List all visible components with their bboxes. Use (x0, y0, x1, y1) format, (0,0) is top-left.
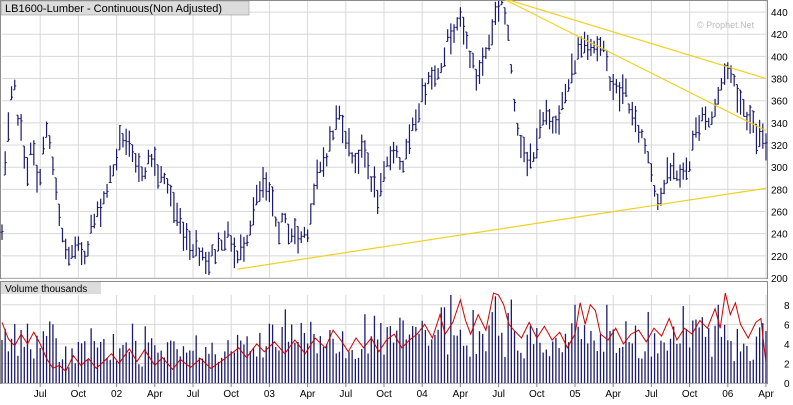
x-tick-label: Jul (339, 389, 352, 400)
x-tick-label: Apr (453, 389, 469, 400)
price-y-tick-label: 380 (771, 75, 788, 86)
price-y-tick-label: 280 (771, 185, 788, 196)
volume-y-tick-label: 6 (784, 320, 790, 331)
chart-svg: 200220240260280300320340360380400420440 … (0, 0, 793, 400)
x-tick-label: Jul (492, 389, 505, 400)
price-chart-title: LB1600-Lumber - Continuous(Non Adjusted) (5, 3, 222, 15)
price-y-tick-label: 320 (771, 141, 788, 152)
x-tick-label: Oct (223, 389, 239, 400)
volume-y-tick-label: 8 (784, 301, 790, 312)
watermark: © Prophet.Net (697, 20, 755, 30)
x-tick-label: Apr (605, 389, 621, 400)
price-y-tick-label: 240 (771, 230, 788, 241)
price-y-tick-label: 440 (771, 8, 788, 19)
price-y-tick-label: 340 (771, 119, 788, 130)
price-y-tick-label: 420 (771, 30, 788, 41)
x-tick-label: Apr (147, 389, 163, 400)
x-tick-label: Oct (529, 389, 545, 400)
x-tick-label: Oct (376, 389, 392, 400)
x-tick-label: Oct (682, 389, 698, 400)
volume-y-tick-label: 4 (784, 340, 790, 351)
volume-y-tick-label: 0 (784, 379, 790, 390)
x-tick-label: 05 (569, 389, 581, 400)
price-y-tick-label: 260 (771, 208, 788, 219)
x-tick-label: 04 (417, 389, 429, 400)
x-tick-label: 03 (264, 389, 276, 400)
price-y-tick-label: 300 (771, 163, 788, 174)
price-y-tick-label: 200 (771, 274, 788, 285)
price-y-tick-label: 220 (771, 252, 788, 263)
x-tick-label: Apr (758, 389, 774, 400)
x-tick-label: Oct (71, 389, 87, 400)
x-tick-label: Jul (187, 389, 200, 400)
volume-y-tick-label: 2 (784, 359, 790, 370)
price-y-tick-label: 360 (771, 97, 788, 108)
x-tick-label: 02 (111, 389, 123, 400)
volume-title: Volume thousands (5, 284, 87, 295)
x-tick-label: Jul (34, 389, 47, 400)
lumber-chart: 200 220 240 260 280 300 320 340 360 380 400 420 440 … (0, 0, 793, 400)
price-panel: 200220240260280300320340360380400420440 … (0, 0, 788, 285)
x-tick-label: Jul (645, 389, 658, 400)
volume-panel: 0 2 4 6 8 Volume thousands (0, 281, 790, 390)
price-grid (2, 1, 767, 279)
price-y-tick-label: 400 (771, 52, 788, 63)
x-tick-label: 06 (722, 389, 734, 400)
x-tick-label: Apr (300, 389, 316, 400)
